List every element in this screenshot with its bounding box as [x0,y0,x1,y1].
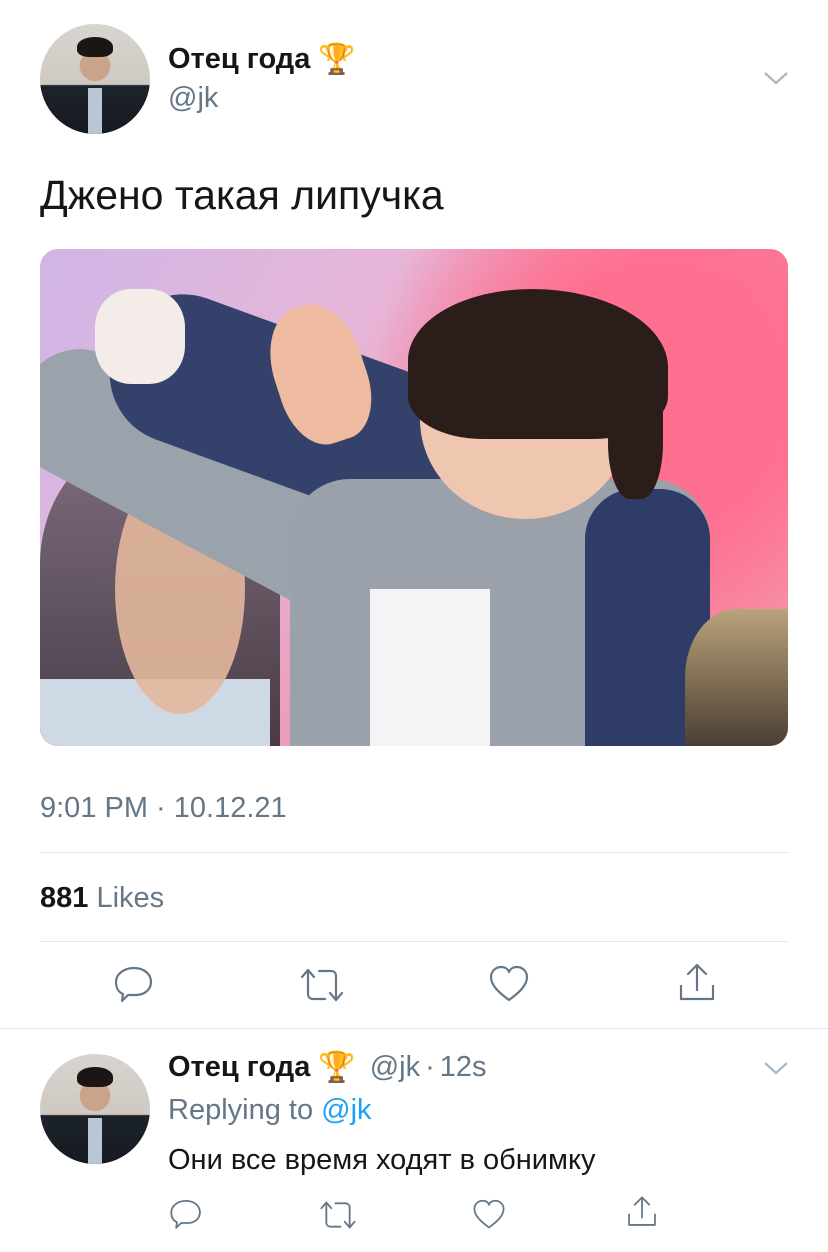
replying-to-link[interactable]: @jk [321,1094,371,1126]
retweet-icon [300,968,344,1002]
reply-age[interactable]: 12s [440,1051,487,1084]
heart-icon [473,1199,505,1229]
share-button[interactable] [676,962,718,1004]
retweet-button[interactable] [298,966,346,1004]
reply-retweet-button[interactable] [318,1199,358,1231]
tweet-timestamp[interactable]: 9:01 PM · 10.12.21 [40,792,287,825]
divider [40,941,788,942]
replying-to-label: Replying to [168,1094,314,1126]
retweet-icon [320,1201,356,1229]
share-icon [679,963,715,1001]
heart-icon [489,965,529,1002]
reply-reply-button[interactable] [168,1197,204,1231]
like-button[interactable] [488,965,530,1003]
share-icon [628,1196,656,1226]
reply-text: Они все время ходят в обнимку [168,1144,596,1176]
divider [40,852,788,853]
reply-icon [114,966,153,1003]
reply-display-name[interactable]: Отец года [168,1051,310,1084]
reply-share-button[interactable] [625,1195,659,1229]
reply-like-button[interactable] [472,1199,506,1230]
likes-stat[interactable]: 881 Likes [40,882,164,915]
reply-avatar[interactable] [40,1054,150,1164]
reply-separator: · [425,1051,435,1083]
display-name[interactable]: Отец года [168,43,310,76]
more-options-button[interactable] [762,66,790,90]
reply-icon [170,1200,201,1229]
trophy-icon: 🏆 [318,1051,356,1084]
trophy-icon: 🏆 [318,43,356,76]
reply-more-options-button[interactable] [762,1056,790,1080]
avatar[interactable] [40,24,150,134]
chevron-down-icon [764,1062,788,1075]
reply-button[interactable] [112,964,156,1004]
likes-label: Likes [96,882,165,914]
tweet-text: Джено такая липучка [40,172,444,218]
likes-count: 881 [40,882,89,914]
tweet-photo[interactable] [40,249,788,746]
chevron-down-icon [764,72,788,85]
reply-header: Отец года 🏆 @jk · 12s [168,1050,487,1085]
author-handle[interactable]: @jk [168,82,218,115]
reply-handle[interactable]: @jk [370,1051,420,1084]
author-name-row: Отец года 🏆 [168,42,356,77]
divider [0,1028,828,1029]
replying-to-line: Replying to @jk [168,1094,372,1127]
